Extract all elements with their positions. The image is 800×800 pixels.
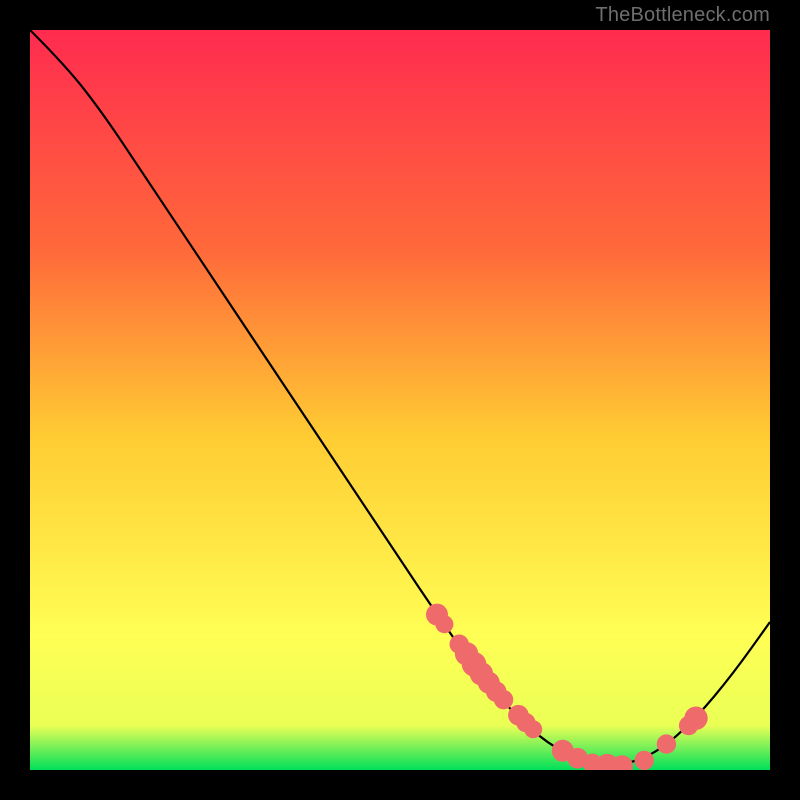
plot-area — [30, 30, 770, 770]
data-marker — [435, 615, 453, 633]
chart-frame: TheBottleneck.com — [0, 0, 800, 800]
curve-layer — [30, 30, 770, 770]
bottleneck-curve — [30, 30, 770, 765]
data-markers — [426, 604, 708, 770]
data-marker — [494, 690, 513, 709]
data-marker — [524, 720, 542, 738]
watermark-text: TheBottleneck.com — [595, 4, 770, 27]
data-marker — [684, 707, 707, 730]
data-marker — [657, 734, 676, 753]
data-marker — [635, 751, 654, 770]
